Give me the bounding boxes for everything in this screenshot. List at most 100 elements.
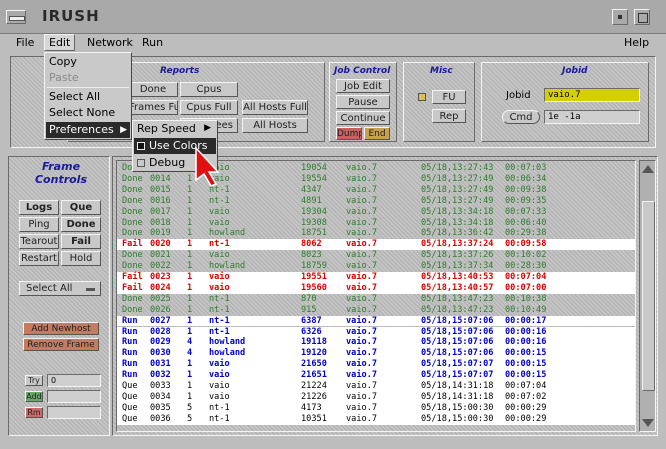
pause-button[interactable]: Pause <box>336 95 390 109</box>
minimize-button[interactable] <box>612 9 628 25</box>
try-input[interactable]: 0 <box>47 374 101 387</box>
continue-button[interactable]: Continue <box>336 111 390 125</box>
job-elapsed: 00:07:04 <box>505 381 547 391</box>
job-elapsed: 00:09:35 <box>505 195 547 206</box>
job-count: 1 <box>187 261 193 272</box>
job-list[interactable]: Done00131vaio19054vaio.705/18,13:27:4300… <box>116 160 636 432</box>
job-row[interactable]: Fail 0023 1 vaio 19551 vaio.7 05/18,13:40:53 00… <box>117 272 635 283</box>
menu-help[interactable]: Help <box>620 35 653 50</box>
job-row[interactable]: Que 0033 1 vaio 21224 vaio.7 05/18,14:31:18 00:… <box>117 381 635 392</box>
job-machine: vaio.7 <box>346 272 378 282</box>
job-row[interactable]: Done 0021 1 vaio 8023 vaio.7 05/18,13:37:26 00:… <box>117 250 635 261</box>
job-id: 0024 <box>150 282 171 293</box>
dump-button[interactable]: Dump <box>336 127 362 140</box>
all-hosts-full-button[interactable]: All Hosts Full <box>242 100 308 115</box>
all-hosts-button[interactable]: All Hosts <box>242 118 308 133</box>
job-start-time: 05/18,15:07:07 <box>421 359 494 370</box>
job-start-time: 05/18,15:07:07 <box>421 370 494 381</box>
fu-button[interactable]: FU <box>432 90 466 104</box>
job-row[interactable]: Fail 0024 1 vaio 19560 vaio.7 05/18,13:40:57 00… <box>117 282 635 294</box>
scroll-up-icon[interactable] <box>642 165 654 173</box>
job-host: nt-1 <box>209 239 230 250</box>
que-button[interactable]: Que <box>61 200 101 215</box>
job-elapsed: 00:00:29 <box>505 402 547 413</box>
add-newhost-button[interactable]: Add Newhost <box>23 322 99 335</box>
menu-copy[interactable]: Copy <box>49 55 77 69</box>
rm-input[interactable] <box>47 406 101 419</box>
job-row[interactable]: Done 0022 1 howland 18759 vaio.7 05/18,13:37:3… <box>117 261 635 272</box>
done-button[interactable]: Done <box>61 217 101 232</box>
job-status: Que <box>122 391 138 402</box>
rep-button[interactable]: Rep <box>432 109 466 123</box>
select-all-dropdown[interactable]: Select All <box>19 281 101 296</box>
job-count: 1 <box>187 359 193 370</box>
job-row[interactable]: Que 0034 1 vaio 21226 vaio.7 05/18,14:31:18 00:… <box>117 391 635 403</box>
try-button[interactable]: Try <box>25 375 43 386</box>
maximize-button[interactable] <box>634 9 650 25</box>
menu-rep-speed[interactable]: Rep Speed <box>137 122 196 136</box>
menu-edit[interactable]: Edit <box>44 34 76 51</box>
remove-frame-button[interactable]: Remove Frame <box>23 338 99 351</box>
job-count: 1 <box>187 315 193 326</box>
scroll-down-icon[interactable] <box>642 419 654 427</box>
hold-button[interactable]: Hold <box>61 251 101 266</box>
job-row[interactable]: Done 0015 1 nt-1 4347 vaio.7 05/18,13:27:49 00:… <box>117 185 635 196</box>
job-row[interactable]: Que 0036 5 nt-1 10351 vaio.7 05/18,15:00:30 00:… <box>117 413 635 425</box>
job-row[interactable]: Run 0028 1 nt-1 6326 vaio.7 05/18,15:07:06 00:0… <box>117 326 635 338</box>
add-input[interactable] <box>47 390 101 403</box>
menu-select-none[interactable]: Select None <box>49 106 115 120</box>
frames-full-button[interactable]: Frames Full <box>128 100 178 115</box>
restart-button[interactable]: Restart <box>19 251 59 266</box>
job-machine: vaio.7 <box>346 173 378 184</box>
job-start-time: 05/18,13:40:53 <box>421 272 494 282</box>
job-pid: 19554 <box>301 173 327 184</box>
job-machine: vaio.7 <box>346 206 378 217</box>
job-row[interactable]: Run 0031 1 vaio 21650 vaio.7 05/18,15:07:07 00:… <box>117 359 635 371</box>
job-row[interactable]: Done 0017 1 vaio 19304 vaio.7 05/18,13:34:18 00… <box>117 206 635 218</box>
use-colors-checkbox-icon[interactable] <box>137 142 145 150</box>
job-row[interactable]: Done 0016 1 nt-1 4891 vaio.7 05/18,13:27:49 00:… <box>117 195 635 207</box>
done-report-button[interactable]: Done <box>128 82 178 97</box>
cmd-button[interactable]: Cmd <box>502 110 540 124</box>
debug-checkbox-icon[interactable] <box>137 159 145 167</box>
window-menu-icon[interactable] <box>6 10 26 24</box>
fu-indicator[interactable] <box>418 93 426 101</box>
job-row[interactable]: Run 0029 4 howland 19118 vaio.7 05/18,15:07:06… <box>117 337 635 349</box>
menu-preferences[interactable]: Preferences ▶ <box>46 122 130 138</box>
scrollbar-thumb[interactable] <box>642 201 655 391</box>
job-start-time: 05/18,15:00:30 <box>421 413 494 424</box>
job-pid: 18759 <box>301 261 327 272</box>
add-button[interactable]: Add <box>25 391 43 402</box>
menu-run[interactable]: Run <box>138 35 167 50</box>
job-row[interactable]: Run 0027 1 nt-1 6387 vaio.7 05/18,15:07:06 00:0… <box>117 315 635 327</box>
cpus-button[interactable]: Cpus <box>180 82 238 97</box>
end-button[interactable]: End <box>364 127 390 140</box>
job-row[interactable]: Done 0019 1 howland 18751 vaio.7 05/18,13:36:4… <box>117 228 635 239</box>
job-row[interactable]: Done 0025 1 nt-1 870 vaio.7 05/18,13:47:23 00:1… <box>117 294 635 305</box>
cpus-full-button[interactable]: Cpus Full <box>180 100 238 115</box>
job-row[interactable]: Run 0032 1 vaio 21651 vaio.7 05/18,15:07:07 00:… <box>117 370 635 381</box>
job-host: vaio <box>209 359 230 370</box>
fail-button[interactable]: Fail <box>61 234 101 249</box>
ping-button[interactable]: Ping <box>19 217 59 232</box>
menu-debug[interactable]: Debug <box>149 156 185 170</box>
menu-network[interactable]: Network <box>83 35 137 50</box>
scrollbar[interactable] <box>639 160 656 432</box>
job-row[interactable]: Fail 0020 1 nt-1 8062 vaio.7 05/18,13:37:24 00:… <box>117 239 635 251</box>
job-row[interactable]: Run 0030 4 howland 19120 vaio.7 05/18,15:07:06… <box>117 348 635 360</box>
job-edit-button[interactable]: Job Edit <box>336 79 390 93</box>
menu-paste[interactable]: Paste <box>49 71 79 85</box>
cmd-input[interactable]: 1e -1a <box>544 110 640 124</box>
rm-button[interactable]: Rm <box>25 407 43 418</box>
jobid-input[interactable]: vaio.7 <box>544 88 640 102</box>
job-pid: 4891 <box>301 195 322 206</box>
job-row[interactable]: Done 0026 1 nt-1 915 vaio.7 05/18,13:47:23 00:1… <box>117 304 635 316</box>
job-row[interactable]: Que 0035 5 nt-1 4173 vaio.7 05/18,15:00:30 00:0… <box>117 402 635 414</box>
menu-select-all[interactable]: Select All <box>49 90 100 104</box>
job-start-time: 05/18,15:07:06 <box>421 315 494 326</box>
job-row[interactable]: Done 0018 1 vaio 19308 vaio.7 05/18,13:34:18 00… <box>117 218 635 229</box>
job-machine: vaio.7 <box>346 304 378 315</box>
logs-button[interactable]: Logs <box>19 200 59 215</box>
menu-file[interactable]: File <box>12 35 38 50</box>
tearout-button[interactable]: Tearout <box>19 234 59 249</box>
